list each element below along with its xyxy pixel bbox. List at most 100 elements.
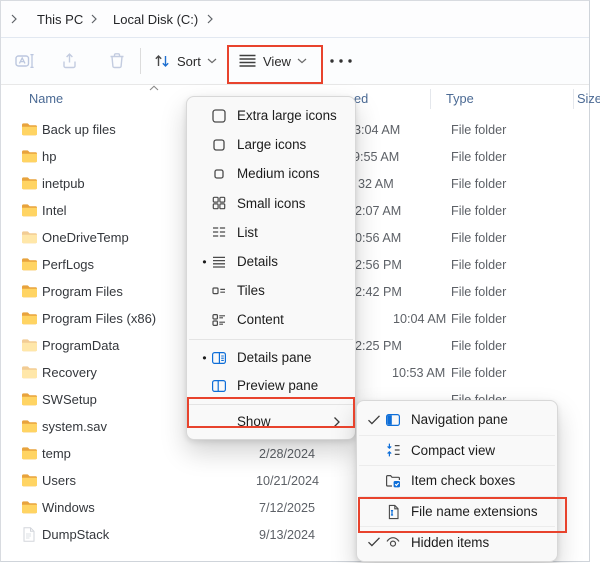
column-header-name[interactable]: Name: [29, 91, 63, 106]
folder-icon: [21, 500, 38, 514]
tiles-icon: [211, 283, 237, 299]
folder-icon: [21, 365, 38, 379]
rename-icon: [15, 52, 35, 70]
menu-item-label: Extra large icons: [237, 108, 351, 123]
preview-pane-icon: [211, 378, 237, 394]
date-modified: 9:55 AM: [353, 150, 399, 164]
view-menu-item-medium-icons[interactable]: Medium icons: [191, 159, 351, 188]
sort-icon: [153, 53, 171, 69]
folder-icon: [21, 338, 38, 352]
file-name: Windows: [42, 500, 95, 515]
chevron-down-icon: [207, 58, 217, 64]
chevron-right-icon[interactable]: [91, 1, 98, 37]
view-button-label: View: [263, 54, 291, 69]
file-name: ProgramData: [42, 338, 119, 353]
view-menu-item-preview-pane[interactable]: Preview pane: [191, 372, 351, 400]
column-header-date-modified[interactable]: ed: [354, 91, 368, 106]
file-name: Recovery: [42, 365, 97, 380]
file-type: File folder: [451, 258, 506, 272]
date-modified: 2/28/2024: [259, 447, 315, 461]
chevron-down-icon: [297, 58, 307, 64]
menu-item-label: Compact view: [411, 443, 553, 458]
file-name: Program Files: [42, 284, 123, 299]
view-menu-item-list[interactable]: List: [191, 218, 351, 247]
list-icon: [211, 224, 237, 240]
medium-icons-icon: [211, 166, 237, 182]
file-name: SWSetup: [42, 392, 97, 407]
file-name: DumpStack: [42, 527, 109, 542]
hidden-items-icon: [385, 534, 411, 550]
show-submenu: Navigation pane Compact view Item check bo…: [356, 400, 558, 562]
file-icon: [21, 527, 36, 542]
delete-button[interactable]: [102, 45, 132, 77]
show-menu-item-navigation-pane[interactable]: Navigation pane: [361, 405, 553, 435]
file-name: PerfLogs: [42, 257, 94, 272]
toolbar-separator: [140, 48, 141, 74]
breadcrumb-local-disk-c[interactable]: Local Disk (C:): [109, 1, 202, 37]
file-type: File folder: [451, 150, 506, 164]
folder-icon: [21, 284, 38, 298]
menu-item-label: Medium icons: [237, 166, 351, 181]
show-menu-item-hidden-items[interactable]: Hidden items: [361, 527, 553, 557]
small-icons-icon: [211, 195, 237, 211]
menu-item-label: Details: [237, 254, 351, 269]
folder-icon: [21, 419, 38, 433]
share-button[interactable]: [55, 45, 86, 77]
file-type: File folder: [451, 177, 506, 191]
share-icon: [61, 52, 80, 70]
column-header-type[interactable]: Type: [446, 91, 474, 106]
file-name: Back up files: [42, 122, 116, 137]
file-name: inetpub: [42, 176, 85, 191]
show-menu-item-file-name-extensions[interactable]: File name extensions: [361, 497, 553, 527]
view-menu-item-details-pane[interactable]: •Details pane: [191, 344, 351, 372]
breadcrumb-this-pc[interactable]: This PC: [33, 1, 87, 37]
view-menu-item-small-icons[interactable]: Small icons: [191, 189, 351, 218]
more-options-button[interactable]: [323, 45, 359, 77]
breadcrumb: This PC Local Disk (C:): [1, 1, 589, 38]
view-button[interactable]: View: [232, 45, 313, 77]
view-menu-item-content[interactable]: Content: [191, 305, 351, 334]
date-modified: 10:53 AM: [392, 366, 445, 380]
file-name: OneDriveTemp: [42, 230, 129, 245]
view-menu-item-tiles[interactable]: Tiles: [191, 276, 351, 305]
view-menu-item-show[interactable]: Show: [191, 409, 351, 435]
view-menu-item-details[interactable]: •Details: [191, 247, 351, 276]
column-separator[interactable]: [573, 89, 574, 109]
view-lines-icon: [238, 54, 257, 68]
column-header-size[interactable]: Size: [577, 91, 600, 106]
menu-separator: [189, 404, 353, 405]
date-modified: 10/21/2024: [256, 474, 319, 488]
date-modified: 2:42 PM: [355, 285, 402, 299]
extra-large-icons-icon: [211, 108, 237, 124]
sort-button[interactable]: Sort: [147, 45, 223, 77]
selected-bullet: •: [198, 351, 211, 365]
column-separator[interactable]: [430, 89, 431, 109]
check-icon: [367, 414, 385, 426]
date-modified: 2:56 PM: [355, 258, 402, 272]
menu-item-label: Show: [237, 414, 333, 429]
rename-button[interactable]: [9, 45, 41, 77]
chevron-right-icon[interactable]: [11, 1, 18, 37]
folder-icon: [21, 230, 38, 244]
view-menu-item-large-icons[interactable]: Large icons: [191, 130, 351, 159]
sort-ascending-caret-icon: [149, 85, 159, 91]
show-menu-item-item-check-boxes[interactable]: Item check boxes: [361, 466, 553, 496]
menu-item-label: Preview pane: [237, 378, 351, 393]
folder-icon: [21, 176, 38, 190]
folder-icon: [21, 203, 38, 217]
menu-item-label: List: [237, 225, 351, 240]
view-menu-item-extra-large-icons[interactable]: Extra large icons: [191, 101, 351, 130]
delete-icon: [108, 52, 126, 70]
folder-icon: [21, 149, 38, 163]
date-modified: 3:04 AM: [354, 123, 400, 137]
compact-view-icon: [385, 442, 411, 458]
file-type: File folder: [451, 123, 506, 137]
large-icons-icon: [211, 137, 237, 153]
chevron-right-icon[interactable]: [207, 1, 214, 37]
menu-item-label: Navigation pane: [411, 412, 553, 427]
show-menu-item-compact-view[interactable]: Compact view: [361, 436, 553, 466]
date-modified: 0:56 AM: [355, 231, 401, 245]
folder-icon: [21, 473, 38, 487]
date-modified: 2:07 AM: [355, 204, 401, 218]
file-explorer-window: This PC Local Disk (C:) Sort View Name e…: [0, 0, 590, 562]
